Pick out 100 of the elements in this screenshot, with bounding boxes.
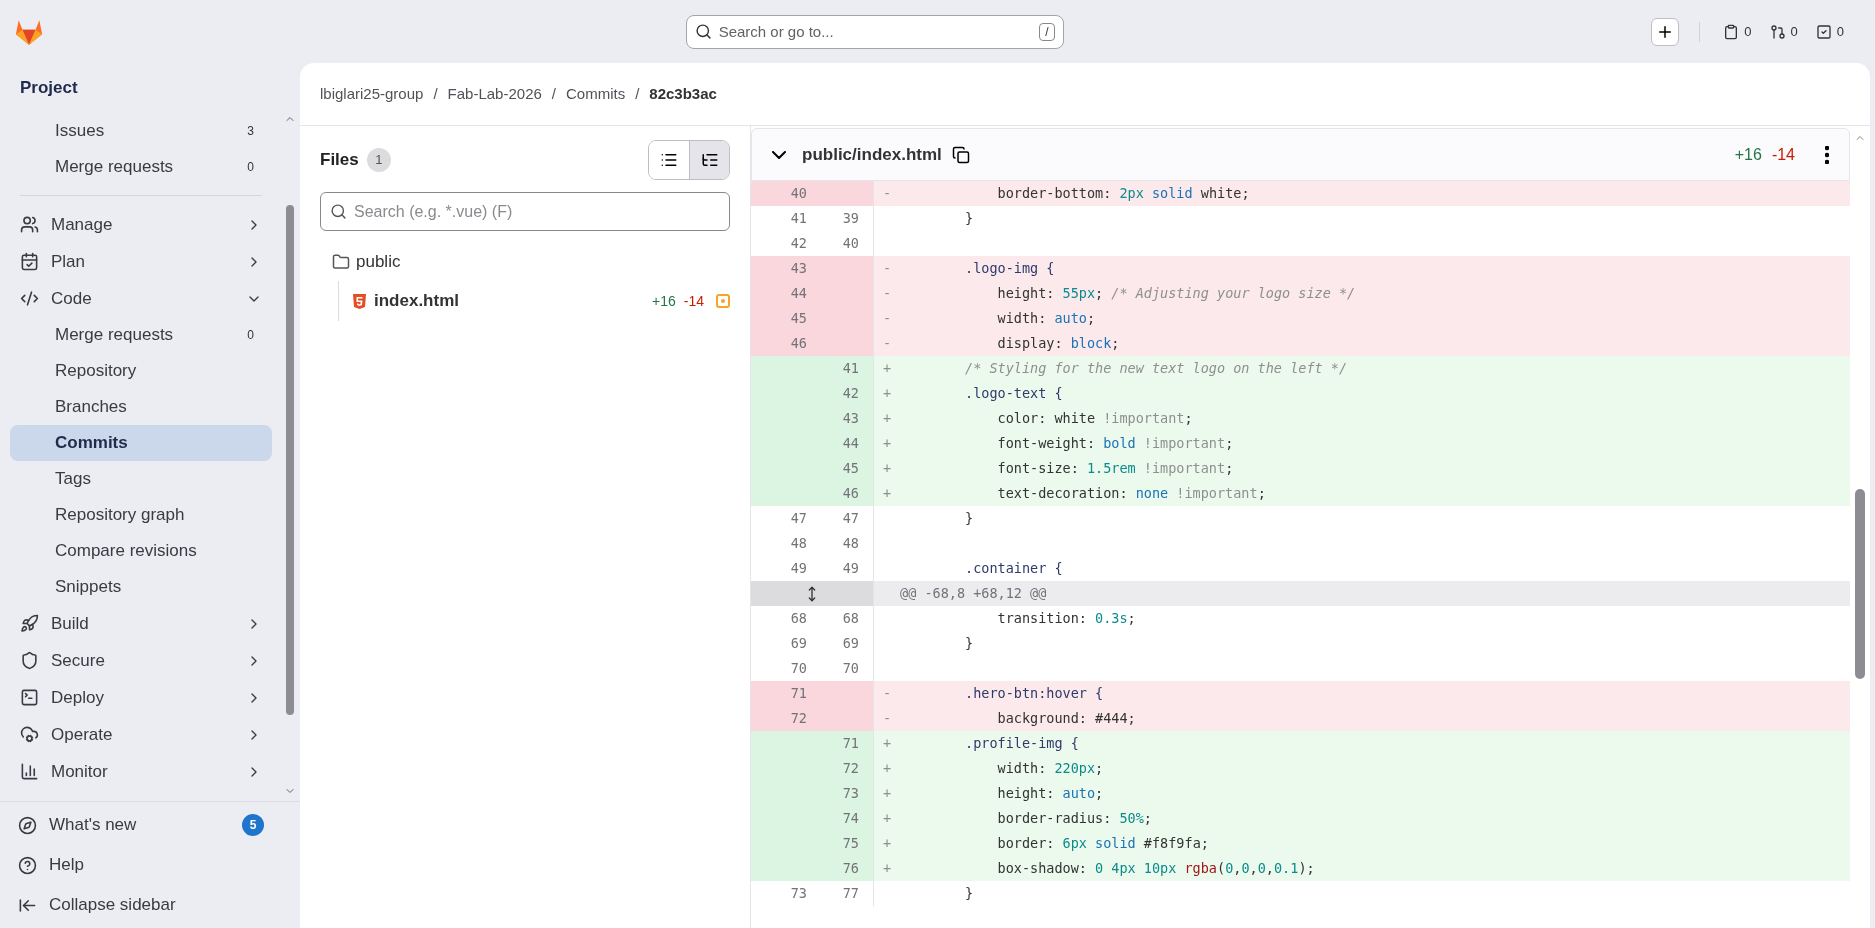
code-line: font-size: 1.5rem !important;	[996, 459, 1234, 478]
counter-button[interactable]: 0	[1766, 21, 1801, 42]
more-options-button[interactable]	[1825, 145, 1829, 164]
nav-section[interactable]: Manage	[10, 206, 272, 243]
new-line-number: 72	[842, 759, 859, 778]
diff-marker: +	[882, 809, 892, 828]
new-line-number: 77	[842, 884, 859, 903]
diff-marker: +	[882, 459, 892, 478]
nav-item[interactable]: Merge requests 0	[10, 317, 272, 353]
code-line: font-weight: bold !important;	[996, 434, 1234, 453]
cloud-icon	[20, 725, 39, 744]
deletions-count: -14	[683, 291, 704, 311]
diff-marker: +	[882, 784, 892, 803]
file-count-badge: 1	[366, 148, 391, 172]
old-line-number: 46	[790, 334, 807, 353]
file-item[interactable]: index.html +16 -14	[353, 281, 730, 321]
scrollbar-thumb[interactable]	[1855, 489, 1865, 679]
nav-item[interactable]: Tags	[10, 461, 272, 497]
footer-item[interactable]: Collapse sidebar	[0, 885, 282, 925]
nav-section[interactable]: Operate	[10, 716, 272, 753]
nav-item[interactable]: Merge requests 0	[10, 149, 272, 185]
tree-view-button[interactable]	[689, 141, 729, 179]
file-path: public/index.html	[802, 143, 942, 166]
sidebar-title: Project	[19, 77, 79, 100]
nav-section[interactable]: Build	[10, 605, 272, 642]
code-line: }	[964, 634, 974, 653]
breadcrumb-link[interactable]: lbiglari25-group	[320, 82, 424, 106]
item-count: 3	[247, 123, 254, 140]
old-line-number: 71	[790, 684, 807, 703]
footer-item[interactable]: Help	[0, 845, 282, 885]
new-line-number: 43	[842, 409, 859, 428]
breadcrumb-separator: /	[551, 83, 556, 104]
diff-marker: +	[882, 384, 892, 403]
file-search-field[interactable]: Search (e.g. *.vue) (F)	[320, 192, 730, 231]
code-line: }	[964, 509, 974, 528]
breadcrumb-separator: /	[635, 83, 640, 104]
chart-icon	[20, 762, 39, 781]
nav-item[interactable]: Snippets	[10, 569, 272, 605]
old-line-number: 72	[790, 709, 807, 728]
people-icon	[20, 215, 39, 234]
code-line: .hero-btn:hover {	[964, 684, 1104, 703]
nav-section[interactable]: Code	[10, 280, 272, 317]
nav-item[interactable]: Commits	[10, 425, 272, 461]
html-file-icon	[353, 293, 366, 309]
nav-item[interactable]: Compare revisions	[10, 533, 272, 569]
breadcrumb-link[interactable]: 82c3b3ac	[649, 82, 717, 106]
old-line-number: 68	[790, 609, 807, 628]
nav-section[interactable]: Plan	[10, 243, 272, 280]
item-count: 0	[247, 159, 254, 176]
folder-item[interactable]: public	[320, 243, 730, 281]
search-icon	[694, 22, 712, 40]
old-line-number: 73	[790, 884, 807, 903]
code-line: .logo-text {	[964, 384, 1063, 403]
diff-marker: -	[882, 184, 892, 203]
breadcrumb-separator: /	[433, 83, 438, 104]
old-line-number: 47	[790, 509, 807, 528]
diff-marker: +	[882, 484, 892, 503]
diff-marker: +	[882, 759, 892, 778]
new-line-number: 70	[842, 659, 859, 678]
help-icon	[18, 855, 37, 875]
scrollbar-thumb[interactable]	[286, 205, 294, 715]
calendar-icon	[20, 252, 39, 271]
new-line-number: 68	[842, 609, 859, 628]
nav-section[interactable]: Deploy	[10, 679, 272, 716]
deletions-count: -14	[1771, 144, 1795, 165]
footer-item[interactable]: What's new 5	[0, 805, 282, 845]
nav-item[interactable]: Repository graph	[10, 497, 272, 533]
diff-marker: -	[882, 684, 892, 703]
create-button[interactable]	[1651, 17, 1680, 46]
clipboard-icon	[1723, 23, 1740, 40]
folder-icon	[332, 253, 350, 271]
nav-section[interactable]: Secure	[10, 642, 272, 679]
diff-marker: +	[882, 734, 892, 753]
code-line: height: auto;	[996, 784, 1104, 803]
breadcrumb-link[interactable]: Commits	[566, 82, 626, 106]
diff-marker: -	[882, 259, 892, 278]
new-line-number: 71	[842, 734, 859, 753]
code-icon	[20, 289, 39, 308]
new-line-number: 40	[842, 234, 859, 253]
code-line: text-decoration: none !important;	[996, 484, 1266, 503]
collapse-file-button[interactable]	[772, 150, 786, 159]
nav-item[interactable]: Issues 3	[10, 113, 272, 149]
breadcrumb-link[interactable]: Fab-Lab-2026	[447, 82, 542, 106]
counter-button[interactable]: 0	[1720, 21, 1755, 42]
new-line-number: 49	[842, 559, 859, 578]
new-line-number: 42	[842, 384, 859, 403]
code-line: border-bottom: 2px solid white;	[996, 184, 1250, 203]
hunk-header: @@ -68,8 +68,12 @@	[900, 584, 1047, 603]
nav-section[interactable]: Monitor	[10, 753, 272, 790]
new-line-number: 69	[842, 634, 859, 653]
nav-item[interactable]: Repository	[10, 353, 272, 389]
code-line: color: white !important;	[996, 409, 1193, 428]
new-line-number: 44	[842, 434, 859, 453]
old-line-number: 40	[790, 184, 807, 203]
copy-button[interactable]	[951, 145, 970, 164]
diff-marker: +	[882, 834, 892, 853]
nav-item[interactable]: Branches	[10, 389, 272, 425]
code-line: display: block;	[996, 334, 1120, 353]
old-line-number: 41	[790, 209, 807, 228]
counter-button[interactable]: 0	[1812, 21, 1847, 42]
